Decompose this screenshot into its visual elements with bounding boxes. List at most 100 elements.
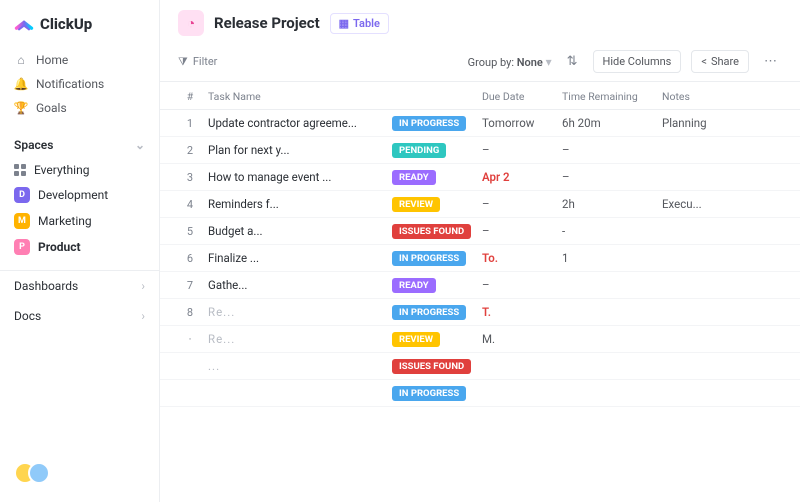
col-header-notes[interactable]: Notes <box>662 90 782 103</box>
status-cell[interactable]: ISSUES FOUND <box>392 358 482 374</box>
filter-button[interactable]: ⧩ Filter <box>178 55 217 69</box>
table-row[interactable]: 6Finalize ...IN PROGRESSTo.1 <box>160 245 800 272</box>
logo[interactable]: ClickUp <box>0 10 159 44</box>
col-header-num[interactable]: # <box>178 90 202 103</box>
view-tab-table[interactable]: ▦ Table <box>330 13 389 34</box>
table-body: 1Update contractor agreeme...IN PROGRESS… <box>160 110 800 407</box>
row-number: · <box>178 333 202 346</box>
table-row[interactable]: 5Budget a...ISSUES FOUND–- <box>160 218 800 245</box>
table-row[interactable]: 1Update contractor agreeme...IN PROGRESS… <box>160 110 800 137</box>
status-cell[interactable]: ISSUES FOUND <box>392 223 482 239</box>
space-label: Product <box>38 240 81 254</box>
status-cell[interactable]: REVIEW <box>392 331 482 347</box>
due-date[interactable]: To. <box>482 251 562 265</box>
status-pill: IN PROGRESS <box>392 305 466 320</box>
nav-label: Docs <box>14 309 41 323</box>
space-badge: D <box>14 187 30 203</box>
status-cell[interactable]: IN PROGRESS <box>392 304 482 320</box>
task-name[interactable]: ... <box>202 359 392 373</box>
due-date[interactable]: M. <box>482 332 562 346</box>
groupby-value: None <box>517 56 543 69</box>
more-button[interactable]: ⋯ <box>759 51 782 72</box>
space-badge: P <box>14 239 30 255</box>
sidebar: ClickUp ⌂ Home 🔔 Notifications 🏆 Goals S… <box>0 0 160 502</box>
table-icon: ▦ <box>339 17 349 30</box>
groupby-select[interactable]: Group by: None ▾ <box>468 55 552 69</box>
time-remaining[interactable]: – <box>562 170 662 184</box>
status-cell[interactable]: IN PROGRESS <box>392 250 482 266</box>
time-remaining[interactable]: 1 <box>562 251 662 265</box>
due-date[interactable]: T. <box>482 305 562 319</box>
task-name[interactable]: Re... <box>202 305 392 319</box>
space-label: Everything <box>34 163 89 177</box>
nav-docs[interactable]: Docs › <box>0 301 159 331</box>
row-number: 4 <box>178 198 202 211</box>
filter-label: Filter <box>193 55 218 68</box>
status-cell[interactable]: PENDING <box>392 142 482 158</box>
due-date[interactable]: – <box>482 224 562 238</box>
share-button[interactable]: < Share <box>691 50 749 73</box>
time-remaining[interactable]: 2h <box>562 197 662 211</box>
hide-columns-button[interactable]: Hide Columns <box>593 50 682 73</box>
more-icon: ⋯ <box>764 54 777 69</box>
status-cell[interactable]: REVIEW <box>392 196 482 212</box>
time-remaining[interactable]: - <box>562 224 662 238</box>
col-header-name[interactable]: Task Name <box>202 90 392 103</box>
due-date[interactable]: Apr 2 <box>482 170 562 184</box>
due-date[interactable]: – <box>482 143 562 157</box>
nav-label: Goals <box>36 101 67 115</box>
task-name[interactable]: Budget a... <box>202 224 392 238</box>
status-cell[interactable]: READY <box>392 277 482 293</box>
table-row[interactable]: 8Re...IN PROGRESST. <box>160 299 800 326</box>
notes[interactable]: Planning <box>662 116 782 130</box>
nav-home[interactable]: ⌂ Home <box>0 48 159 72</box>
table-row[interactable]: 3How to manage event ...READYApr 2– <box>160 164 800 191</box>
due-date[interactable]: – <box>482 278 562 292</box>
space-label: Development <box>38 188 108 202</box>
sidebar-space-item[interactable]: MMarketing <box>0 208 159 234</box>
avatar-group[interactable] <box>0 454 159 492</box>
status-pill: IN PROGRESS <box>392 386 466 401</box>
table-row[interactable]: 2Plan for next y...PENDING–– <box>160 137 800 164</box>
row-number: 6 <box>178 252 202 265</box>
nav-dashboards[interactable]: Dashboards › <box>0 271 159 301</box>
status-cell[interactable]: IN PROGRESS <box>392 385 482 401</box>
time-remaining[interactable]: – <box>562 143 662 157</box>
chevron-down-icon: ⌄ <box>135 138 145 152</box>
task-name[interactable]: Gathe... <box>202 278 392 292</box>
status-cell[interactable]: READY <box>392 169 482 185</box>
table-row[interactable]: ·Re...REVIEWM. <box>160 326 800 353</box>
task-name[interactable]: Finalize ... <box>202 251 392 265</box>
nav-goals[interactable]: 🏆 Goals <box>0 96 159 120</box>
space-badge: M <box>14 213 30 229</box>
project-title: Release Project <box>214 14 320 32</box>
task-name[interactable]: Plan for next y... <box>202 143 392 157</box>
nav-notifications[interactable]: 🔔 Notifications <box>0 72 159 96</box>
due-date[interactable]: Tomorrow <box>482 116 562 130</box>
status-pill: IN PROGRESS <box>392 116 466 131</box>
sort-button[interactable]: ⇅ <box>562 51 583 72</box>
col-header-time[interactable]: Time Remaining <box>562 90 662 103</box>
task-name[interactable]: Re... <box>202 332 392 346</box>
table-row[interactable]: IN PROGRESS <box>160 380 800 407</box>
status-pill: ISSUES FOUND <box>392 359 471 374</box>
sidebar-space-item[interactable]: Everything <box>0 158 159 182</box>
task-name[interactable]: Update contractor agreeme... <box>202 116 392 130</box>
spaces-header[interactable]: Spaces ⌄ <box>0 124 159 158</box>
table-row[interactable]: ...ISSUES FOUND <box>160 353 800 380</box>
table-row[interactable]: 4Reminders f...REVIEW–2hExecu... <box>160 191 800 218</box>
status-cell[interactable]: IN PROGRESS <box>392 115 482 131</box>
due-date[interactable]: – <box>482 197 562 211</box>
sidebar-space-item[interactable]: P Product <box>0 234 159 260</box>
avatar[interactable] <box>28 462 50 484</box>
table-row[interactable]: 7Gathe...READY– <box>160 272 800 299</box>
pill-label: Share <box>711 55 739 68</box>
chevron-down-icon: ▾ <box>546 55 552 69</box>
col-header-due[interactable]: Due Date <box>482 90 562 103</box>
sidebar-space-item[interactable]: D Development <box>0 182 159 208</box>
notes[interactable]: Execu... <box>662 197 782 211</box>
task-name[interactable]: Reminders f... <box>202 197 392 211</box>
time-remaining[interactable]: 6h 20m <box>562 116 662 130</box>
task-name[interactable]: How to manage event ... <box>202 170 392 184</box>
status-pill: READY <box>392 278 436 293</box>
